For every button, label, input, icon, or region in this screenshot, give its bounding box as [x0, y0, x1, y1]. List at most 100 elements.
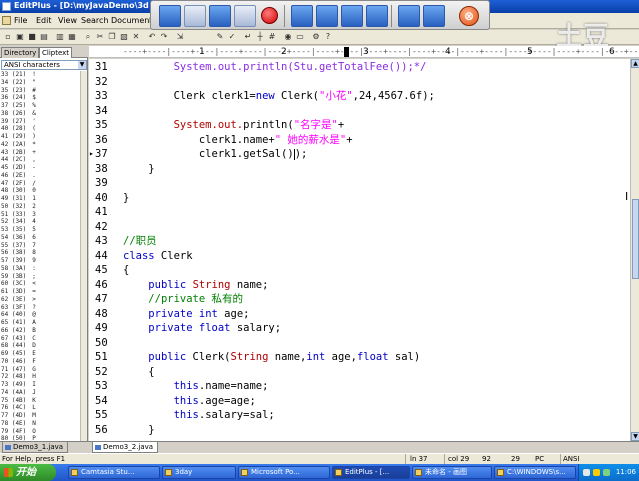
goto-icon[interactable]: ⇲: [175, 32, 185, 42]
code-line[interactable]: 43 //职员: [89, 234, 630, 249]
code-line[interactable]: 36 clerk1.name+" 她的薪水是"+: [89, 133, 630, 148]
effects-icon[interactable]: [366, 5, 388, 27]
code-line[interactable]: 54 this.age=age;: [89, 394, 630, 409]
code-line[interactable]: 56 }: [89, 423, 630, 438]
paste-icon[interactable]: ▧: [119, 32, 129, 42]
code-line[interactable]: 55 this.salary=sal;: [89, 408, 630, 423]
char-row[interactable]: 73 (49) I: [0, 381, 80, 389]
window-icon[interactable]: [184, 5, 206, 27]
screen-icon[interactable]: [159, 5, 181, 27]
start-button[interactable]: 开始: [0, 464, 56, 481]
charset-dropdown[interactable]: ANSI characters ▼: [1, 60, 87, 70]
char-row[interactable]: 56 (38) 8: [0, 249, 80, 257]
char-row[interactable]: 75 (4B) K: [0, 397, 80, 405]
code-line[interactable]: 44 class Clerk: [89, 249, 630, 264]
char-row[interactable]: 76 (4C) L: [0, 404, 80, 412]
layout-icon[interactable]: [398, 5, 420, 27]
char-row[interactable]: 69 (45) E: [0, 350, 80, 358]
code-line[interactable]: 49 private float salary;: [89, 321, 630, 336]
code-line[interactable]: 52 {: [89, 365, 630, 380]
char-row[interactable]: 50 (32) 2: [0, 203, 80, 211]
capture-icon[interactable]: [291, 5, 313, 27]
code-line[interactable]: 46 public String name;: [89, 278, 630, 293]
document-tab[interactable]: Demo3_1.java: [2, 442, 69, 453]
open-file-icon[interactable]: ▣: [15, 32, 25, 42]
char-row[interactable]: 78 (4E) N: [0, 420, 80, 428]
document-tab[interactable]: Demo3_2.java: [92, 442, 159, 453]
copy-icon[interactable]: ❐: [107, 32, 117, 42]
code-line[interactable]: 40}: [89, 191, 630, 206]
tab-directory[interactable]: Directory: [1, 47, 40, 58]
close-recorder-icon[interactable]: ⊗: [459, 6, 479, 26]
char-row[interactable]: 65 (41) A: [0, 319, 80, 327]
taskbar-button[interactable]: Microsoft Po...: [238, 466, 330, 479]
char-row[interactable]: 49 (31) 1: [0, 195, 80, 203]
char-row[interactable]: 60 (3C) <: [0, 280, 80, 288]
pen-icon[interactable]: [209, 5, 231, 27]
menu-file[interactable]: File: [14, 16, 27, 25]
print-icon[interactable]: ▥: [55, 32, 65, 42]
char-row[interactable]: 38 (26) &: [0, 110, 80, 118]
char-row[interactable]: 43 (2B) +: [0, 149, 80, 157]
browser-icon[interactable]: ◉: [283, 32, 293, 42]
code-line[interactable]: 53 this.name=name;: [89, 379, 630, 394]
ruler-icon[interactable]: ┼: [255, 32, 265, 42]
code-line[interactable]: 38 }: [89, 162, 630, 177]
editor-scrollbar[interactable]: ▲ ▼: [630, 59, 639, 441]
char-row[interactable]: 54 (36) 6: [0, 234, 80, 242]
char-row[interactable]: 37 (25)%: [0, 102, 80, 110]
redo-icon[interactable]: ↷: [159, 32, 169, 42]
code-line[interactable]: ▸ 37 clerk1.getSal());: [89, 147, 630, 162]
code-line[interactable]: 39: [89, 176, 630, 191]
cut-icon[interactable]: ✂: [95, 32, 105, 42]
char-row[interactable]: 57 (39) 9: [0, 257, 80, 265]
print-preview-icon[interactable]: ▦: [67, 32, 77, 42]
save-all-icon[interactable]: ▤: [39, 32, 49, 42]
menu-document[interactable]: Document: [111, 16, 152, 25]
char-row[interactable]: 36 (24) $: [0, 94, 80, 102]
undo-icon[interactable]: ↶: [147, 32, 157, 42]
volume-icon[interactable]: [593, 469, 600, 476]
taskbar-button[interactable]: C:\WINDOWS\s...: [494, 466, 576, 479]
taskbar-button[interactable]: 未命名 - 画图: [412, 466, 492, 479]
pan-icon[interactable]: [341, 5, 363, 27]
char-row[interactable]: 42 (2A) *: [0, 141, 80, 149]
char-row[interactable]: 70 (46) F: [0, 358, 80, 366]
char-row[interactable]: 46 (2E).: [0, 172, 80, 180]
code-editor[interactable]: I 31 System.out.println(Stu.getTotalFee(…: [89, 59, 630, 441]
new-file-icon[interactable]: ▫: [3, 32, 13, 42]
cliptext-icon[interactable]: ▭: [295, 32, 305, 42]
char-row[interactable]: 67 (43) C: [0, 335, 80, 343]
char-row[interactable]: 47 (2F) /: [0, 180, 80, 188]
scroll-up-icon[interactable]: ▲: [631, 59, 639, 68]
char-row[interactable]: 33 (21)!: [0, 71, 80, 79]
region-icon[interactable]: [234, 5, 256, 27]
code-line[interactable]: 48 private int age;: [89, 307, 630, 322]
code-line[interactable]: 50: [89, 336, 630, 351]
menu-search[interactable]: Search: [81, 16, 108, 25]
char-row[interactable]: 41 (29)): [0, 133, 80, 141]
char-row[interactable]: 58 (3A):: [0, 265, 80, 273]
char-row[interactable]: 51 (33) 3: [0, 211, 80, 219]
save-icon[interactable]: ■: [27, 32, 37, 42]
taskbar-button[interactable]: Camtasia Stu...: [68, 466, 160, 479]
char-row[interactable]: 62 (3E) >: [0, 296, 80, 304]
char-row[interactable]: 72 (48) H: [0, 373, 80, 381]
taskbar-button[interactable]: 3day: [162, 466, 236, 479]
chevron-down-icon[interactable]: ▼: [78, 61, 86, 69]
char-row[interactable]: 52 (34) 4: [0, 218, 80, 226]
record-icon[interactable]: [261, 7, 278, 24]
spell-icon[interactable]: ✓: [227, 32, 237, 42]
char-row[interactable]: 71 (47) G: [0, 366, 80, 374]
code-line[interactable]: 34: [89, 104, 630, 119]
code-line[interactable]: 45 {: [89, 263, 630, 278]
pencil-icon[interactable]: ✎: [215, 32, 225, 42]
delete-icon[interactable]: ✕: [131, 32, 141, 42]
char-row[interactable]: 40 (28) (: [0, 125, 80, 133]
code-line[interactable]: 47 //private 私有的: [89, 292, 630, 307]
network-icon[interactable]: [583, 469, 590, 476]
char-row[interactable]: 61 (3D) =: [0, 288, 80, 296]
find-icon[interactable]: ⌕: [83, 32, 93, 42]
char-row[interactable]: 66 (42) B: [0, 327, 80, 335]
side-panel-scrollbar[interactable]: [80, 71, 87, 441]
